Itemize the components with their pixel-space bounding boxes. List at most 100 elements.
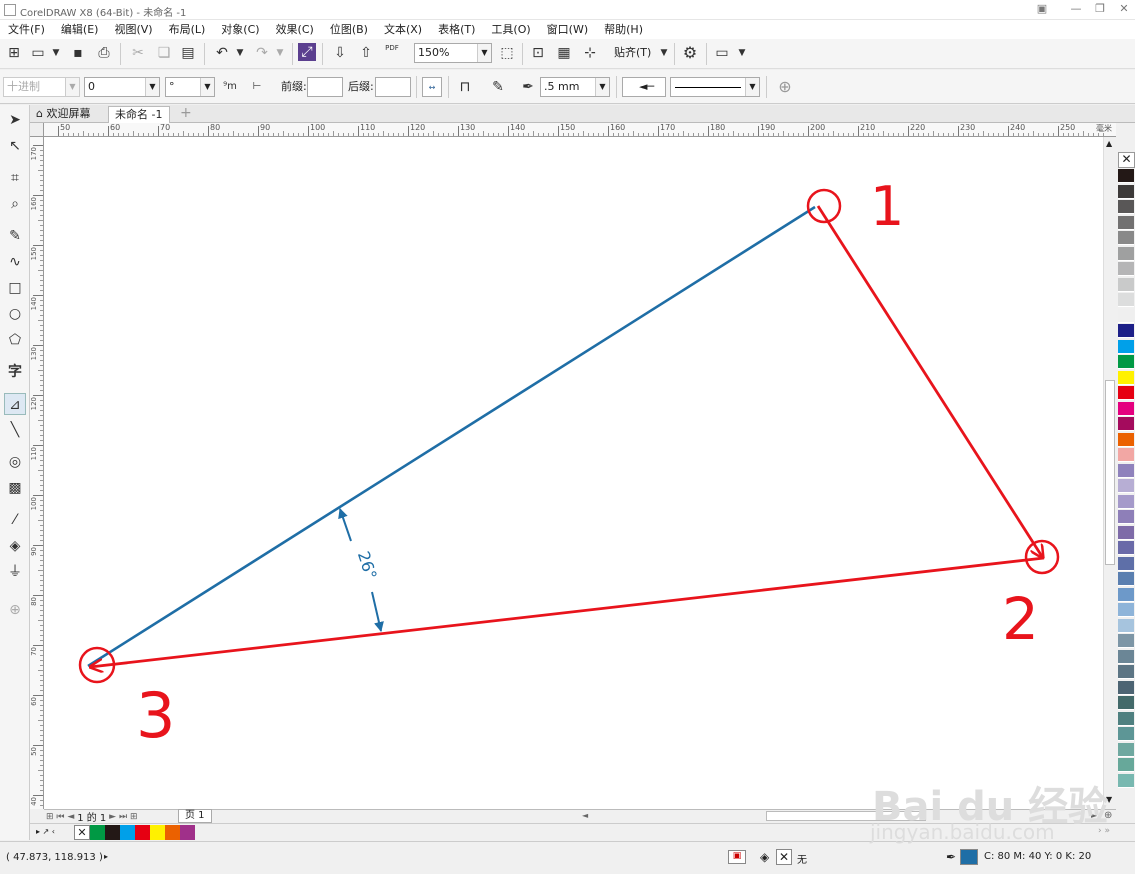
zoom-tool-icon[interactable]: ⌕ bbox=[4, 193, 26, 215]
menu-edit[interactable]: 编辑(E) bbox=[53, 20, 107, 39]
menu-effects[interactable]: 效果(C) bbox=[268, 20, 322, 39]
palette-swatch[interactable] bbox=[1118, 277, 1134, 292]
launcher-dropdown-icon[interactable]: ▼ bbox=[732, 43, 752, 63]
palette-swatch[interactable] bbox=[1118, 448, 1134, 462]
angle-label[interactable]: 26° bbox=[354, 549, 381, 582]
outline-color-swatch[interactable] bbox=[960, 849, 978, 865]
close-button[interactable]: ✕ bbox=[1116, 2, 1132, 16]
palette-swatch[interactable] bbox=[1118, 479, 1134, 493]
artistic-media-icon[interactable]: ∿ bbox=[4, 251, 26, 273]
palette-swatch[interactable] bbox=[1118, 355, 1134, 369]
last-page-icon[interactable]: ⏭ bbox=[119, 812, 127, 822]
palette-swatch[interactable] bbox=[1118, 773, 1134, 788]
doc-palette-swatch[interactable] bbox=[90, 825, 105, 840]
palette-swatch[interactable] bbox=[1118, 510, 1134, 524]
doc-palette-swatch[interactable] bbox=[165, 825, 180, 840]
save-icon[interactable]: ▪ bbox=[68, 43, 88, 63]
add-page-before-icon[interactable]: ⊞ bbox=[46, 812, 54, 822]
palette-swatch[interactable] bbox=[1118, 200, 1134, 214]
smart-fill-icon[interactable]: ⏚ bbox=[4, 561, 26, 583]
menu-layout[interactable]: 布局(L) bbox=[161, 20, 214, 39]
dimension-tool-icon[interactable]: ⊿ bbox=[4, 393, 26, 415]
show-rulers-icon[interactable]: ⊡ bbox=[528, 43, 548, 63]
dimension-text-icon[interactable]: ⊢ bbox=[247, 77, 267, 97]
undo-dropdown-icon[interactable]: ▼ bbox=[230, 43, 250, 63]
polygon-tool-icon[interactable]: ⬠ bbox=[4, 329, 26, 351]
palette-swatch[interactable] bbox=[1118, 711, 1134, 726]
palette-swatch[interactable] bbox=[1118, 386, 1134, 400]
minimize-button[interactable]: — bbox=[1068, 2, 1084, 16]
palette-swatch[interactable] bbox=[1118, 169, 1134, 183]
print-icon[interactable]: ⎙ bbox=[94, 43, 114, 63]
rectangle-tool-icon[interactable]: □ bbox=[4, 277, 26, 299]
prev-page-icon[interactable]: ◄ bbox=[67, 812, 74, 822]
publish-pdf-icon[interactable]: PDF bbox=[382, 43, 402, 63]
prefix-input[interactable] bbox=[307, 77, 343, 97]
new-tab-icon[interactable]: + bbox=[174, 106, 198, 123]
palette-swatch[interactable] bbox=[1118, 324, 1134, 338]
show-units-icon[interactable]: ⁹m bbox=[220, 77, 240, 97]
scroll-left-icon[interactable]: ◄ bbox=[582, 811, 588, 820]
export-icon[interactable]: ⇧ bbox=[356, 43, 376, 63]
vertical-scroll-thumb[interactable] bbox=[1105, 380, 1115, 565]
show-guidelines-icon[interactable]: ⊹ bbox=[580, 43, 600, 63]
shape-tool-icon[interactable]: ↖ bbox=[4, 135, 26, 157]
precision-select[interactable]: 0 ▼ bbox=[84, 77, 160, 97]
redo-icon[interactable]: ↷ bbox=[252, 43, 272, 63]
doc-palette-swatch[interactable] bbox=[105, 825, 120, 840]
app-launcher-icon[interactable]: ▭ bbox=[712, 43, 732, 63]
palette-swatch[interactable] bbox=[1118, 587, 1134, 602]
undo-icon[interactable]: ↶ bbox=[212, 43, 232, 63]
ruler-corner[interactable] bbox=[30, 123, 44, 137]
search-content-icon[interactable]: ⤢ bbox=[298, 43, 316, 61]
units-select[interactable]: 十进制 ▼ bbox=[3, 77, 80, 97]
palette-swatch[interactable] bbox=[1118, 727, 1134, 741]
color-proof-icon[interactable]: ▣ bbox=[728, 850, 746, 864]
add-page-after-icon[interactable]: ⊞ bbox=[130, 812, 138, 822]
palette-swatch[interactable] bbox=[1118, 603, 1134, 617]
menu-file[interactable]: 文件(F) bbox=[0, 20, 53, 39]
doc-palette-swatch[interactable] bbox=[135, 825, 150, 840]
restore-button[interactable]: ❐ bbox=[1092, 2, 1108, 16]
palette-swatch[interactable] bbox=[1118, 572, 1134, 586]
first-page-icon[interactable]: ⏮ bbox=[56, 812, 64, 822]
redo-dropdown-icon[interactable]: ▼ bbox=[270, 43, 290, 63]
user-icon[interactable]: ▣ bbox=[1034, 2, 1050, 16]
open-dropdown-icon[interactable]: ▼ bbox=[46, 43, 66, 63]
palette-swatch[interactable] bbox=[1118, 696, 1134, 710]
text-position-icon[interactable]: ↔ bbox=[422, 77, 442, 97]
palette-swatch[interactable] bbox=[1118, 215, 1134, 230]
palette-swatch[interactable] bbox=[1118, 758, 1134, 772]
menu-text[interactable]: 文本(X) bbox=[376, 20, 430, 39]
snap-to-button[interactable]: 贴齐(T) bbox=[614, 43, 651, 63]
menu-tools[interactable]: 工具(O) bbox=[483, 20, 538, 39]
menu-object[interactable]: 对象(C) bbox=[213, 20, 267, 39]
open-icon[interactable]: ▭ bbox=[28, 43, 48, 63]
menu-window[interactable]: 窗口(W) bbox=[539, 20, 596, 39]
palette-swatch[interactable] bbox=[1118, 401, 1134, 416]
palette-swatch[interactable] bbox=[1118, 463, 1134, 478]
snap-dropdown-icon[interactable]: ▼ bbox=[654, 43, 674, 63]
ellipse-tool-icon[interactable]: ○ bbox=[4, 303, 26, 325]
drawing-canvas[interactable]: 26° 1 2 3 bbox=[44, 137, 1103, 809]
menu-view[interactable]: 视图(V) bbox=[106, 20, 160, 39]
palette-swatch[interactable] bbox=[1118, 246, 1134, 261]
text-tool-icon[interactable]: 字 bbox=[4, 361, 26, 383]
palette-swatch[interactable] bbox=[1118, 556, 1134, 571]
palette-swatch[interactable] bbox=[1118, 494, 1134, 509]
show-grid-icon[interactable]: ▦ bbox=[554, 43, 574, 63]
blend-tool-icon[interactable]: ◎ bbox=[4, 451, 26, 473]
vertical-ruler[interactable]: 17016015014013012011010090807060504030 bbox=[30, 137, 44, 809]
palette-swatch[interactable] bbox=[1118, 634, 1134, 648]
eyedropper-tool-icon[interactable]: ⁄ bbox=[4, 509, 26, 531]
options-gear-icon[interactable]: ⚙ bbox=[680, 43, 700, 63]
add-tool-icon[interactable]: ⊕ bbox=[4, 599, 26, 621]
palette-swatch[interactable] bbox=[1118, 665, 1134, 679]
palette-swatch[interactable] bbox=[1118, 649, 1134, 664]
scroll-up-icon[interactable]: ▲ bbox=[1106, 139, 1112, 148]
palette-swatch[interactable] bbox=[1118, 432, 1134, 447]
menu-help[interactable]: 帮助(H) bbox=[596, 20, 651, 39]
palette-swatch[interactable] bbox=[1118, 417, 1134, 431]
tab-document[interactable]: 未命名 -1 bbox=[108, 106, 170, 123]
doc-palette-swatch[interactable] bbox=[180, 825, 195, 840]
